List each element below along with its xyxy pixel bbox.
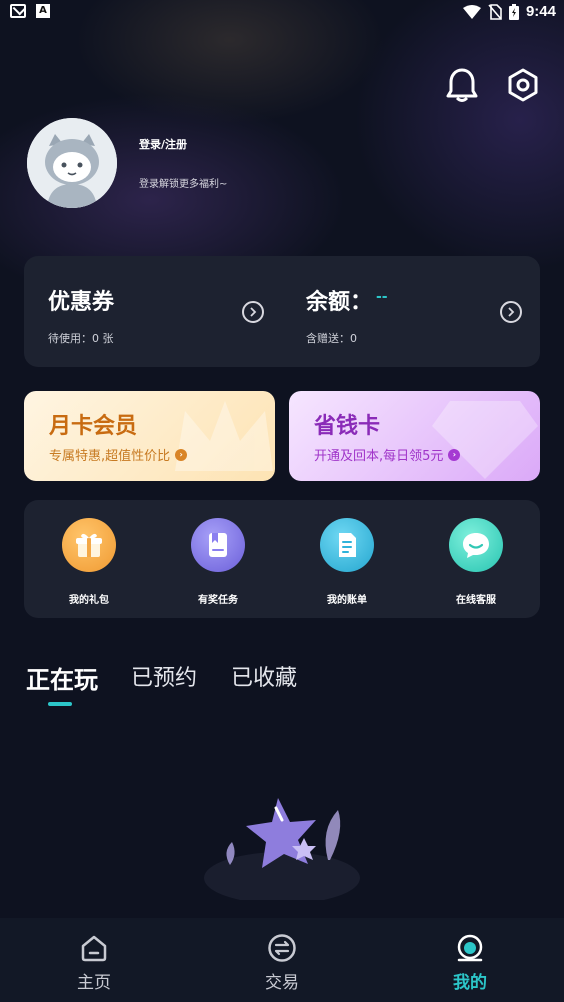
mail-notification-icon: [10, 4, 26, 18]
balance-value: --: [376, 289, 388, 305]
battery-icon: [508, 3, 519, 20]
nav-label: 我的: [453, 973, 487, 993]
login-register-link[interactable]: 登录/注册: [139, 136, 187, 152]
crown-watermark-icon: [175, 401, 273, 471]
nav-trade[interactable]: 交易: [237, 932, 327, 993]
coupon-title[interactable]: 优惠券: [48, 284, 114, 316]
default-avatar-icon: [27, 118, 117, 208]
shortcut-label: 我的礼包: [69, 595, 109, 606]
online-service-shortcut[interactable]: 在线客服: [431, 518, 521, 606]
wallet-card: 优惠券 待使用：0 张 余额： -- 含赠送：0: [24, 256, 540, 367]
monthly-card-title: 月卡会员: [49, 414, 138, 439]
avatar[interactable]: [27, 118, 117, 208]
gift-icon: [62, 518, 116, 572]
empty-state-star-illustration: [204, 798, 360, 900]
login-subtitle: 登录解锁更多福利~: [139, 179, 228, 190]
diamond-watermark-icon: [432, 401, 538, 479]
balance-arrow-button[interactable]: [500, 301, 522, 323]
my-gift-pack-shortcut[interactable]: 我的礼包: [44, 518, 134, 606]
chevron-right-icon: ›: [448, 448, 461, 461]
tab-playing[interactable]: 正在玩: [26, 660, 98, 695]
my-bill-shortcut[interactable]: 我的账单: [302, 518, 392, 606]
savings-card[interactable]: 省钱卡 开通及回本,每日领5元 ›: [289, 391, 540, 481]
chat-service-icon: [449, 518, 503, 572]
tab-favorites[interactable]: 已收藏: [231, 660, 297, 692]
gear-icon: [508, 68, 538, 102]
task-book-icon: [191, 518, 245, 572]
bottom-navigation: 主页 交易 我的: [0, 918, 564, 1002]
settings-button[interactable]: [503, 65, 543, 105]
exchange-icon: [266, 932, 298, 964]
monthly-membership-card[interactable]: 月卡会员 专属特惠,超值性价比 ›: [24, 391, 275, 481]
nav-mine[interactable]: 我的: [425, 932, 515, 993]
chevron-right-icon: ›: [175, 448, 188, 461]
shortcut-label: 我的账单: [327, 595, 367, 606]
notification-bell-button[interactable]: [442, 65, 482, 105]
tab-reserved[interactable]: 已预约: [131, 660, 197, 692]
coupon-count: 待使用：0 张: [48, 332, 114, 345]
shortcut-label: 在线客服: [456, 595, 496, 606]
reward-tasks-shortcut[interactable]: 有奖任务: [173, 518, 263, 606]
nav-home[interactable]: 主页: [49, 932, 139, 993]
bell-icon: [446, 68, 478, 102]
home-icon: [78, 932, 110, 964]
balance-gift-amount: 含赠送：0: [306, 332, 357, 345]
monthly-card-subtitle: 专属特惠,超值性价比: [49, 449, 171, 464]
chevron-right-icon: [508, 307, 515, 317]
nav-label: 主页: [77, 973, 111, 993]
coupon-arrow-button[interactable]: [242, 301, 264, 323]
savings-card-subtitle: 开通及回本,每日领5元: [314, 449, 444, 464]
chevron-right-icon: [250, 307, 257, 317]
status-time: 9:44: [525, 3, 556, 20]
shortcut-panel: 我的礼包 有奖任务 我的账单 在线客服: [24, 500, 540, 618]
bill-document-icon: [320, 518, 374, 572]
shortcut-label: 有奖任务: [198, 595, 238, 606]
balance-title[interactable]: 余额：: [306, 284, 372, 316]
no-sim-icon: [488, 3, 502, 20]
status-bar: A 9:44: [0, 0, 564, 26]
savings-card-title: 省钱卡: [314, 414, 381, 439]
wifi-icon: [462, 4, 481, 19]
app-notification-icon: A: [36, 4, 50, 18]
nav-label: 交易: [265, 973, 299, 993]
active-tab-indicator: [48, 702, 72, 706]
profile-icon: [454, 932, 486, 964]
